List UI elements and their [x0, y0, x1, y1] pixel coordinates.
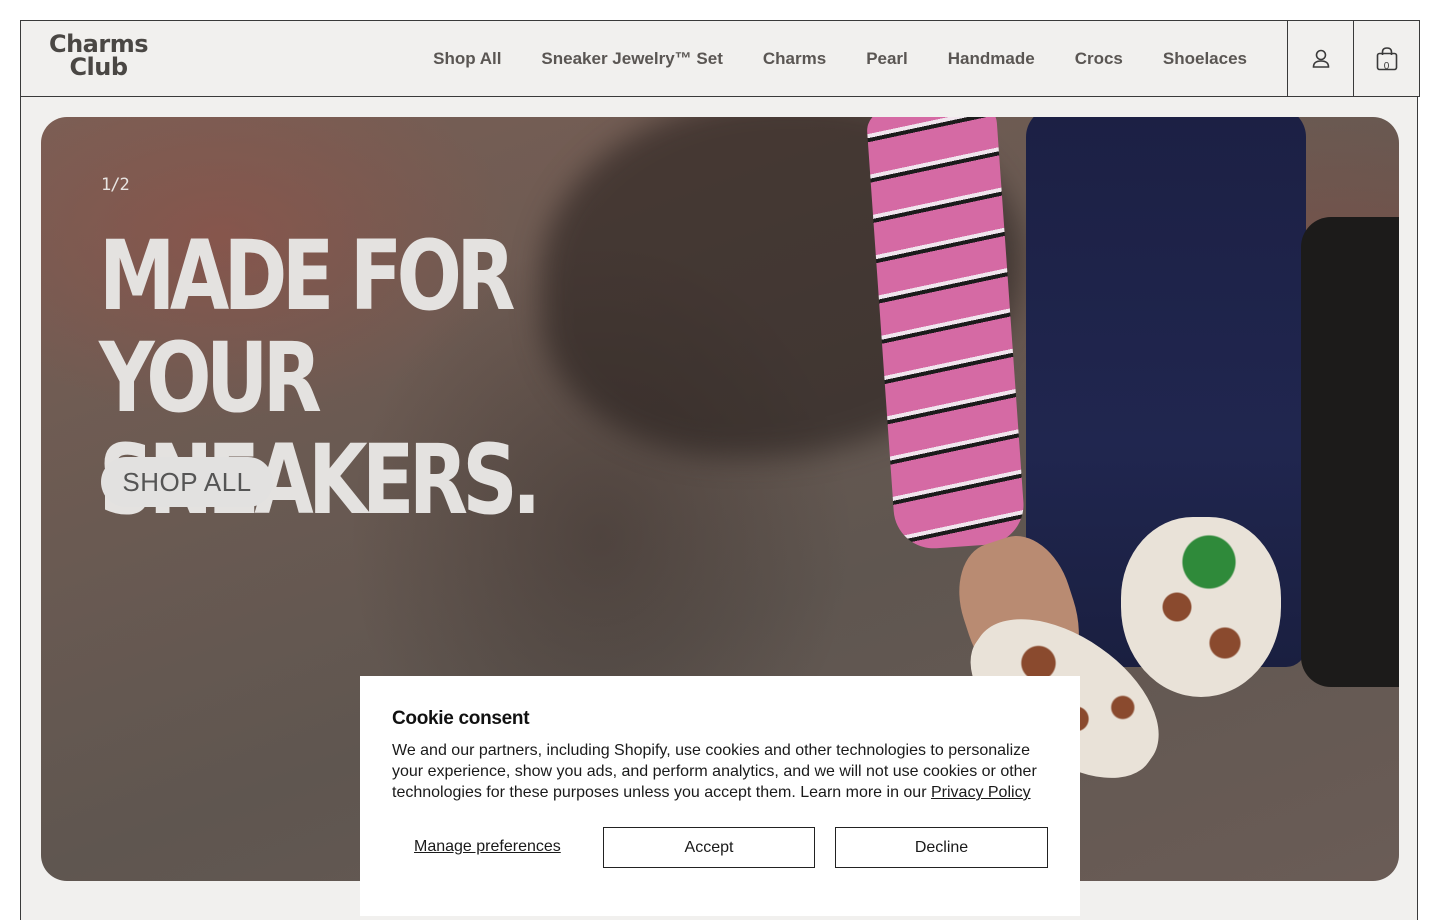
main-nav: Shop All Sneaker Jewelry™ Set Charms Pea…	[433, 21, 1247, 96]
shop-all-button[interactable]: SHOP ALL	[101, 457, 273, 507]
hero-image-bag	[1301, 217, 1399, 687]
nav-item-shop-all[interactable]: Shop All	[433, 49, 501, 69]
hero-image-sleeve	[865, 117, 1027, 551]
nav-item-charms[interactable]: Charms	[763, 49, 826, 69]
account-icon	[1312, 49, 1329, 68]
site-header: Charms Club Shop All Sneaker Jewelry™ Se…	[20, 20, 1420, 97]
nav-item-crocs[interactable]: Crocs	[1075, 49, 1123, 69]
cookie-consent-dialog: Cookie consent We and our partners, incl…	[360, 676, 1080, 916]
hero-image-sneaker-right	[1121, 517, 1281, 697]
cookie-body: We and our partners, including Shopify, …	[392, 740, 1048, 803]
cookie-actions: Manage preferences Accept Decline	[392, 827, 1048, 868]
cart-button[interactable]: 0	[1353, 21, 1419, 96]
nav-item-sneaker-jewelry-set[interactable]: Sneaker Jewelry™ Set	[541, 49, 722, 69]
nav-item-shoelaces[interactable]: Shoelaces	[1163, 49, 1247, 69]
cart-count-badge: 0	[1383, 61, 1390, 72]
cookie-title: Cookie consent	[392, 708, 530, 729]
manage-preferences-link[interactable]: Manage preferences	[414, 838, 561, 856]
account-button[interactable]	[1287, 21, 1353, 96]
accept-button[interactable]: Accept	[603, 827, 815, 868]
privacy-policy-link[interactable]: Privacy Policy	[931, 784, 1031, 801]
brand-logo[interactable]: Charms Club	[41, 32, 156, 81]
slide-counter: 1/2	[101, 175, 130, 195]
nav-item-handmade[interactable]: Handmade	[948, 49, 1035, 69]
logo-line-2: Club	[69, 53, 128, 81]
decline-button[interactable]: Decline	[835, 827, 1048, 868]
nav-item-pearl[interactable]: Pearl	[866, 49, 908, 69]
